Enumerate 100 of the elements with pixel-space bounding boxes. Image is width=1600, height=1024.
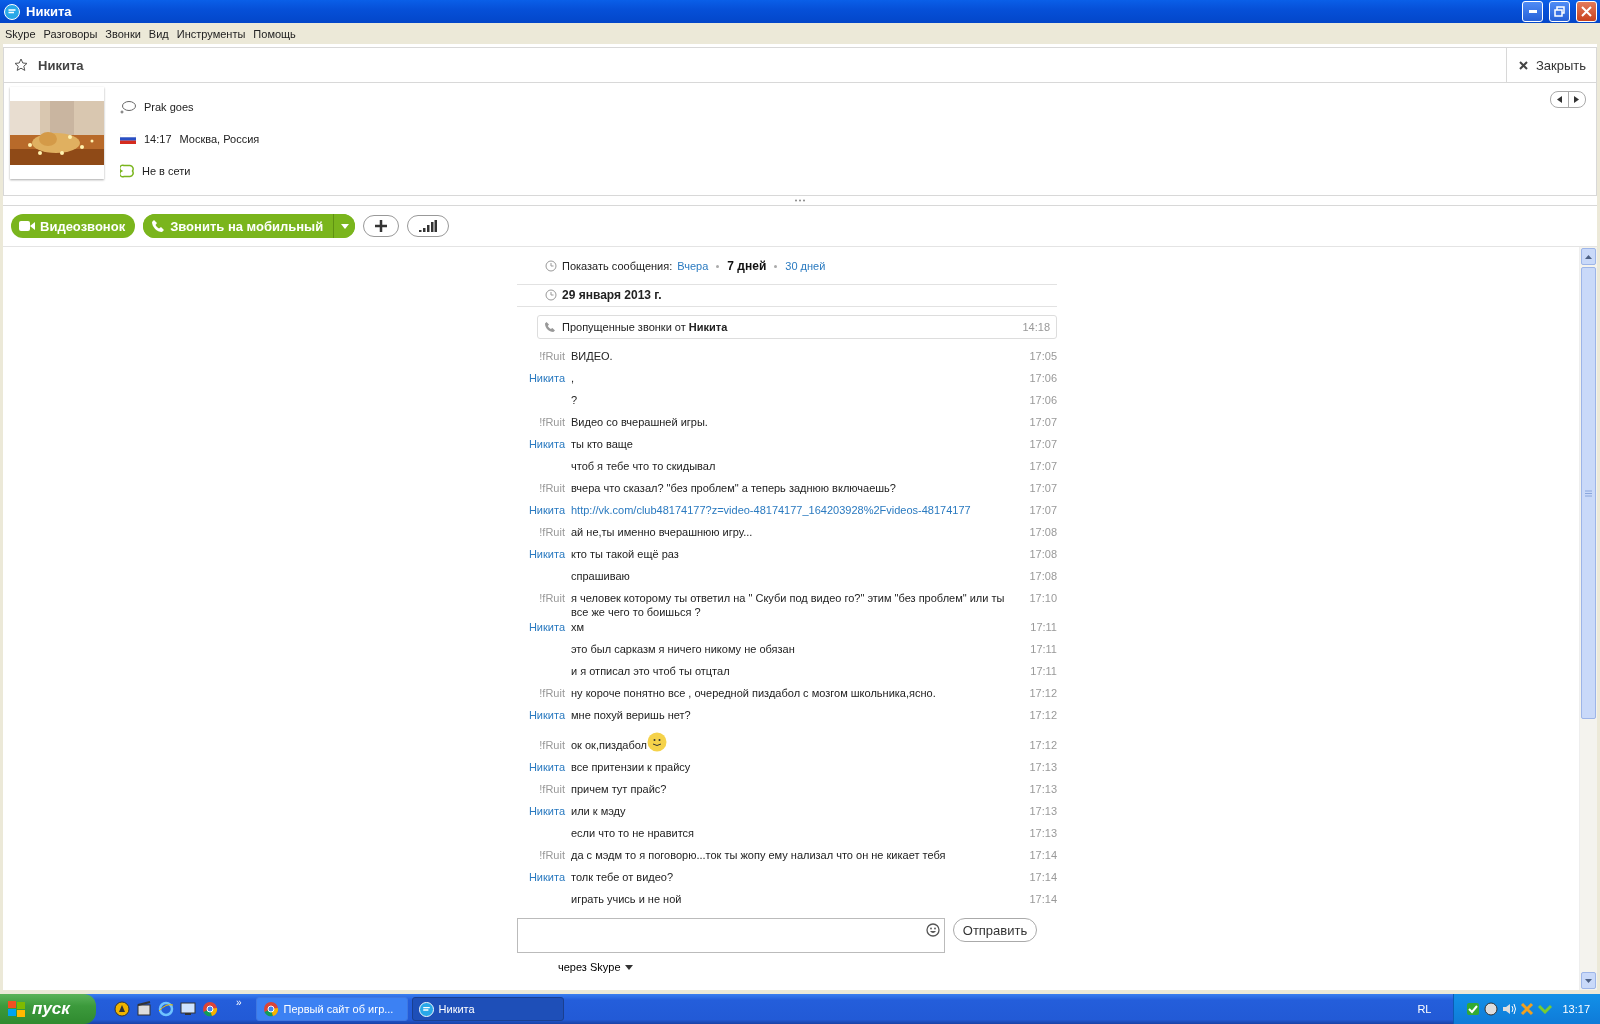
chrome-icon[interactable] [202, 1001, 218, 1017]
desktop-icon[interactable] [180, 1001, 196, 1017]
smiley-icon[interactable] [925, 923, 940, 937]
message-text: или к мэду [571, 804, 626, 818]
caret-icon [624, 964, 633, 970]
call-options-dropdown[interactable] [333, 214, 356, 238]
tray-app-icon[interactable] [1484, 1002, 1499, 1016]
message-time: 17:13 [1028, 804, 1057, 818]
message-text: причем тут прайс? [571, 782, 667, 796]
sender-name: Никита [527, 708, 565, 722]
menu-item[interactable]: Разговоры [43, 27, 98, 40]
menu-item[interactable]: Skype [5, 27, 36, 40]
sender-name: !fRuit [538, 782, 565, 796]
history-range-link[interactable]: 7 дней [727, 259, 767, 274]
message-time: 17:07 [1028, 503, 1057, 518]
date-header: 29 января 2013 г. [562, 288, 662, 303]
message-text: ай не,ты именно вчерашнюю игру... [571, 525, 753, 540]
flag-icon [120, 134, 136, 144]
sender-name: !fRuit [538, 591, 565, 606]
message-text: ВИДЕО. [571, 349, 613, 364]
clock-icon [545, 289, 557, 302]
message-time: 17:10 [1028, 591, 1057, 606]
down-arrow-icon [1585, 978, 1592, 983]
close-icon [1581, 6, 1592, 17]
local-time: 14:17 [144, 133, 172, 145]
message-text: чтоб я тебе что то скидывал [571, 459, 716, 474]
scrollbar[interactable] [1579, 247, 1597, 990]
message-time: 17:14 [1028, 892, 1057, 906]
message-time: 17:08 [1028, 547, 1057, 562]
message-text: и я отписал это чтоб ты отцтал [571, 664, 730, 678]
app-icon[interactable] [114, 1001, 130, 1017]
message-text: спрашиваю [571, 569, 630, 584]
message-text: мне похуй веришь нет? [571, 708, 691, 722]
minimize-button[interactable] [1522, 1, 1543, 22]
more-chevron[interactable]: » [236, 997, 242, 1008]
message-time: 17:08 [1028, 569, 1057, 584]
menu-item[interactable]: Инструменты [176, 27, 246, 40]
start-button[interactable]: пуск [0, 994, 96, 1024]
menu-item[interactable]: Звонки [105, 27, 141, 40]
left-arrow-icon [1556, 96, 1562, 103]
message-time: 17:07 [1028, 415, 1057, 430]
message-link[interactable]: http://vk.com/club48174177?z=video-48174177_164203928%2Fvideos-48174177 [571, 503, 971, 518]
chat-bubble-icon [4, 3, 20, 20]
message-text: кто ты такой ещё раз [571, 547, 679, 562]
film-icon[interactable] [136, 1001, 152, 1017]
message-text: Видео со вчерашней игры. [571, 415, 708, 430]
add-button[interactable] [363, 215, 400, 237]
browser-icon[interactable] [158, 1001, 174, 1017]
star-icon[interactable] [14, 58, 28, 72]
message-text: толк тебе от видео? [571, 870, 674, 884]
shield-icon[interactable] [1466, 1002, 1481, 1016]
sender-name: Никита [527, 760, 565, 774]
message-text: , [571, 371, 575, 386]
send-via-dropdown[interactable]: через Skype [558, 961, 633, 973]
message-text: да с мэдм то я поговорю...ток ты жопу ему нализал что он не кикает тебя [571, 848, 946, 862]
right-arrow-icon [1574, 96, 1580, 103]
message-text: хм [571, 620, 585, 634]
history-range-link[interactable]: 30 дней [785, 260, 826, 273]
video-camera-icon [19, 221, 35, 231]
message-time: 17:13 [1028, 782, 1057, 796]
smiley-icon [647, 732, 667, 752]
speaker-icon[interactable] [1502, 1002, 1517, 1016]
sender-name: Никита [527, 371, 565, 386]
minimize-icon [1528, 10, 1537, 13]
message-time: 17:07 [1028, 437, 1057, 452]
sender-name: !fRuit [538, 848, 565, 862]
message-time: 17:11 [1029, 642, 1057, 656]
send-button[interactable]: Отправить [952, 918, 1038, 942]
message-time: 17:14 [1028, 848, 1057, 862]
taskbar-task[interactable]: Первый сайт об игр... [255, 997, 408, 1021]
sender-name: Никита [527, 870, 565, 884]
offline-status-icon [120, 163, 134, 178]
message-text: играть учись и не ной [571, 892, 682, 906]
signal-bars-icon [419, 220, 438, 232]
message-time: 14:18 [1021, 321, 1050, 334]
message-time: 17:07 [1028, 481, 1057, 496]
message-text: это был сарказм я ничего никому не обязан [571, 642, 795, 656]
history-range-link[interactable]: Вчера [677, 260, 709, 273]
phone-icon [544, 321, 556, 334]
message-time: 17:06 [1028, 393, 1057, 408]
language-indicator[interactable]: RL [1417, 1003, 1432, 1015]
profile-pager[interactable] [1550, 91, 1586, 108]
sender-name: !fRuit [538, 481, 565, 496]
sender-name: Никита [527, 437, 565, 452]
plus-icon [375, 220, 388, 232]
call-quality-button[interactable] [407, 215, 450, 237]
chat-bubble-icon [418, 1001, 434, 1017]
message-input[interactable] [516, 918, 945, 953]
menu-item[interactable]: Вид [148, 27, 169, 40]
menu-item[interactable]: Помощь [253, 27, 296, 40]
message-text: все притензии к прайсу [571, 760, 691, 774]
close-button[interactable] [1576, 1, 1597, 22]
grip-icon [795, 199, 805, 202]
phone-icon [151, 219, 166, 233]
taskbar-task[interactable]: Никита [411, 997, 564, 1021]
message-time: 17:12 [1028, 738, 1057, 752]
mood-message: Prak goes [144, 101, 194, 114]
restore-button[interactable] [1549, 1, 1570, 22]
message-text: ? [571, 393, 578, 408]
status-text: Не в сети [142, 164, 191, 177]
